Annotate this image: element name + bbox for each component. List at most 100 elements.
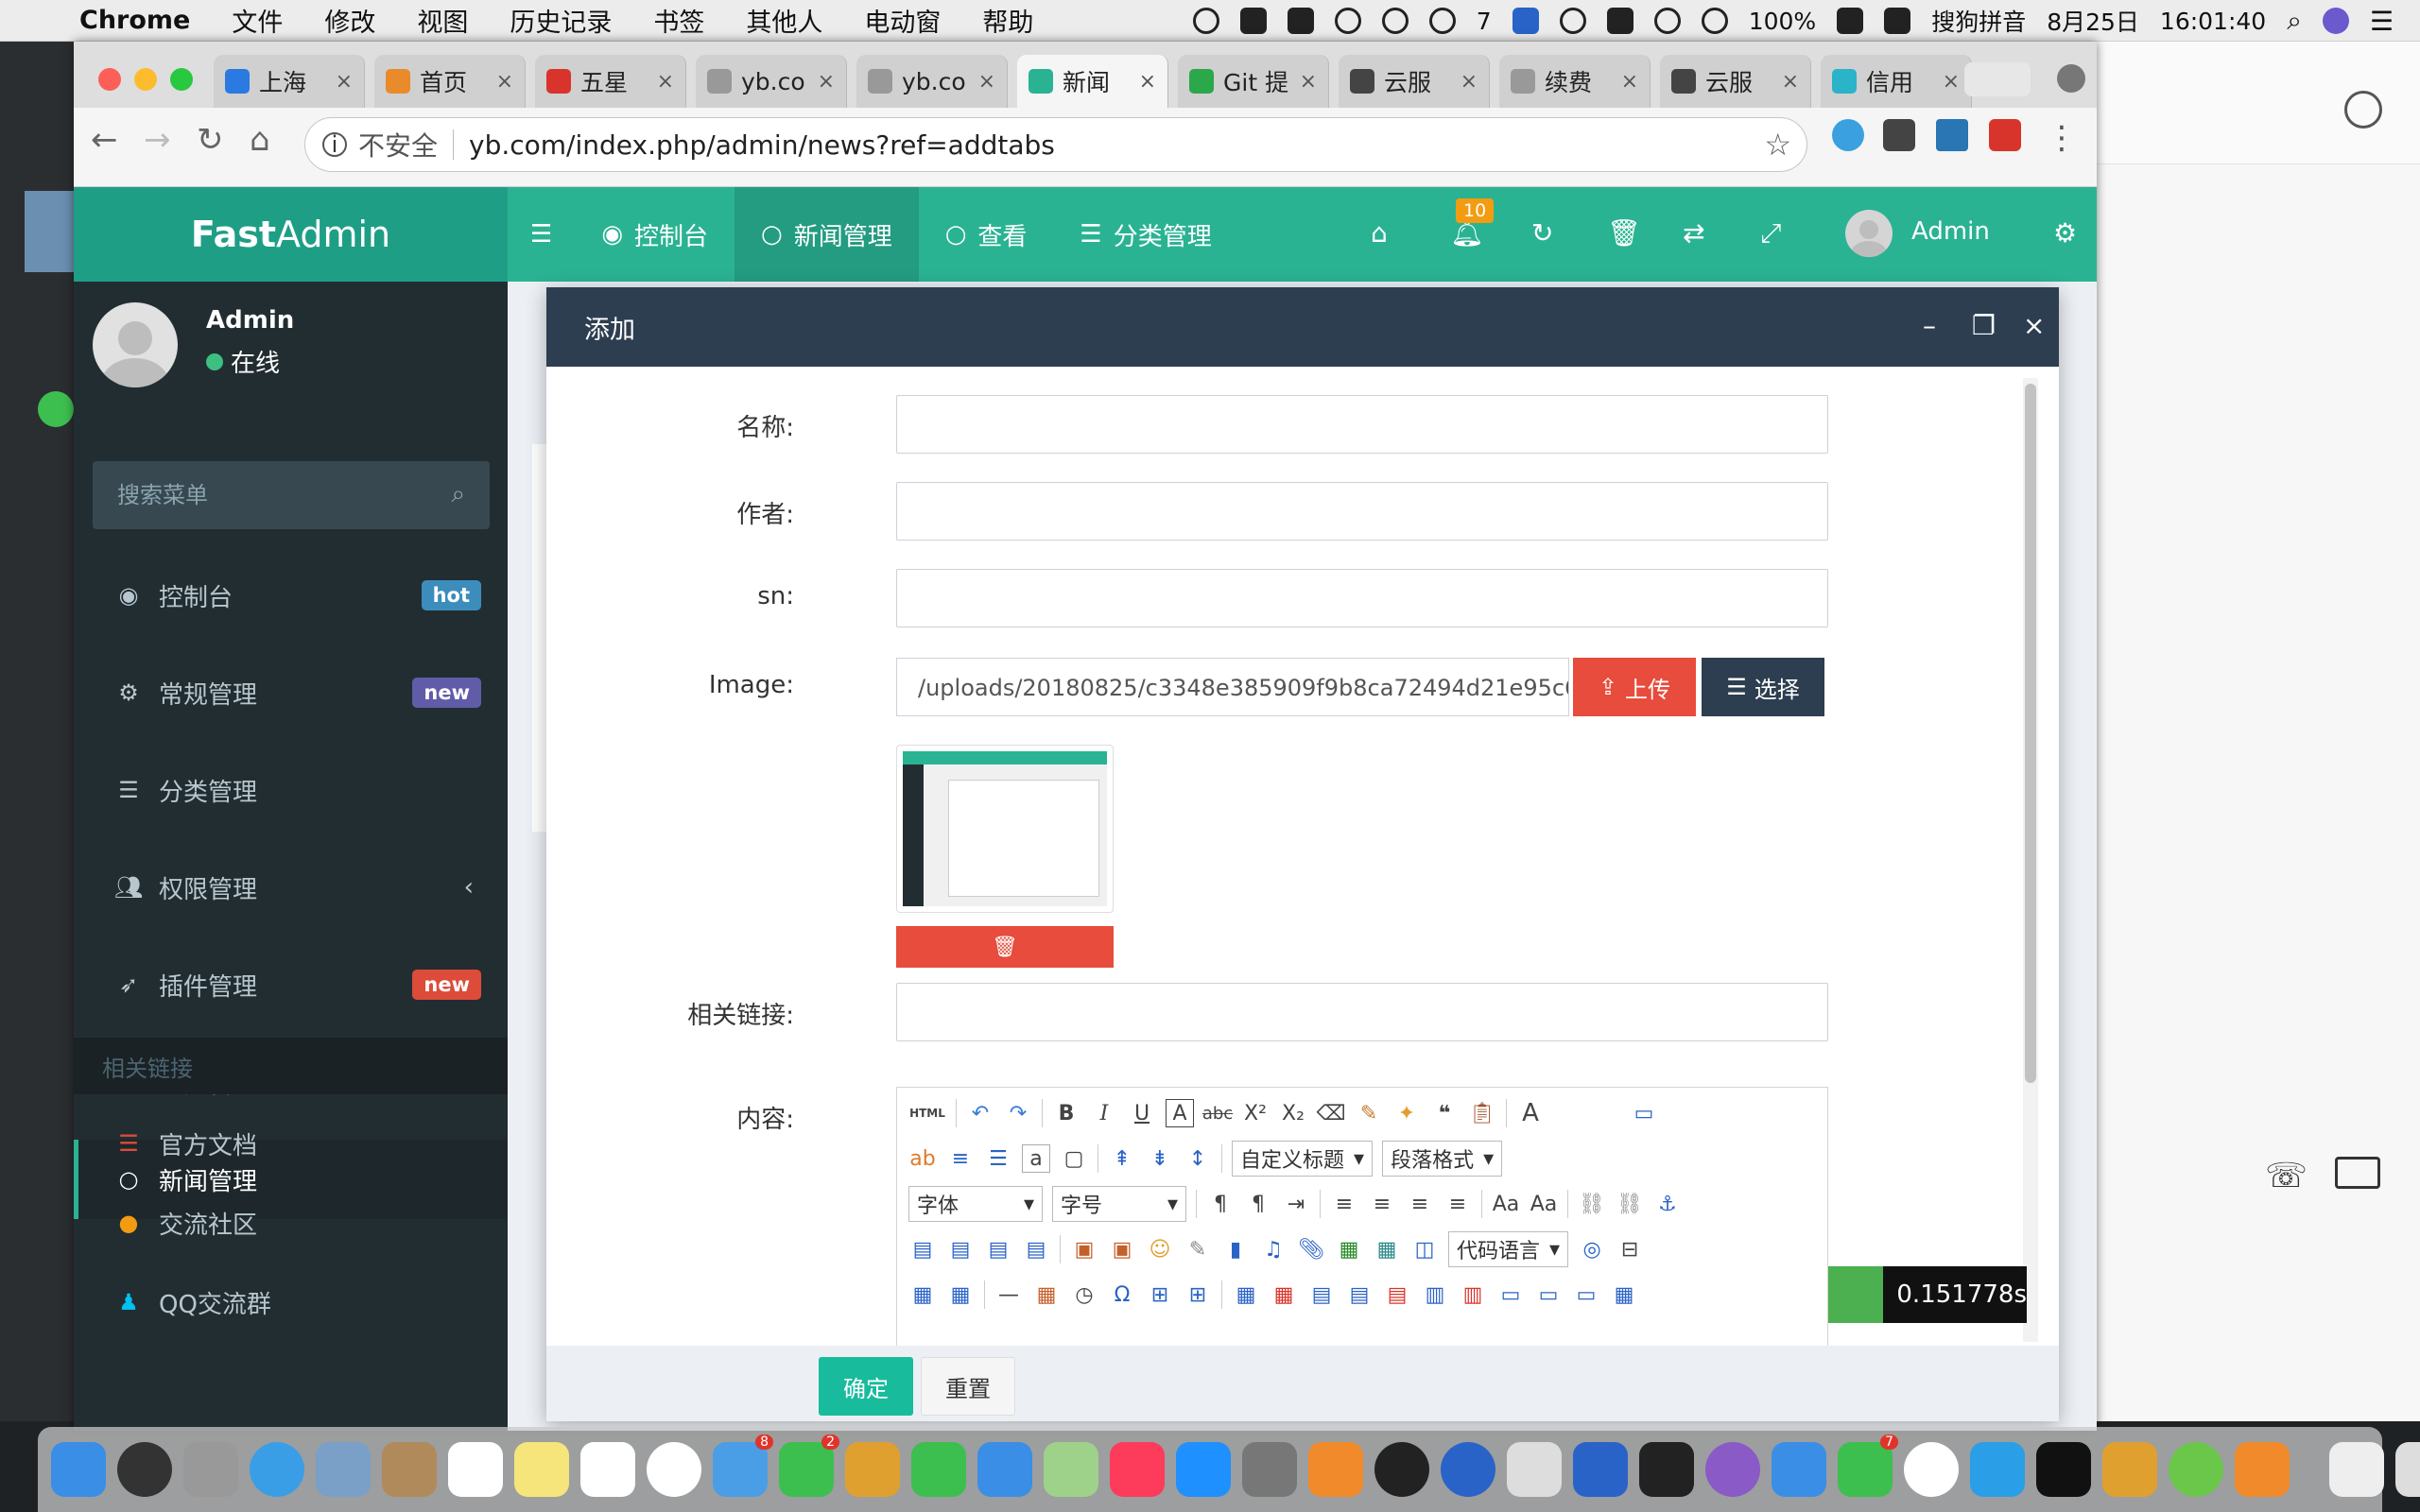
mic-tray-icon[interactable] [1239,8,1267,34]
selectall-icon[interactable]: a [1022,1144,1050,1173]
upload-button[interactable]: ⇪ 上传 [1573,658,1696,716]
mail-icon[interactable] [316,1442,371,1497]
preview-icon[interactable]: ▭ [1630,1099,1658,1127]
merge-cells-icon[interactable]: ▭ [1496,1280,1525,1309]
extension-linkedin-icon[interactable] [1936,119,1968,151]
notification-center-icon[interactable]: ☰ [2370,6,2394,37]
fullscreen-icon[interactable]: ⤢ [1760,217,1781,249]
sidebar-link[interactable]: ● 交流社区 [74,1183,508,1263]
code-language-select[interactable]: 代码语言 ▾ [1448,1231,1569,1267]
auto-format-icon[interactable]: ✦ [1392,1099,1421,1127]
music-icon[interactable] [1110,1442,1165,1497]
notes-icon[interactable] [514,1442,569,1497]
info-icon[interactable]: i [322,131,347,158]
italic-icon[interactable]: I [1090,1099,1118,1127]
pagebreak-icon[interactable]: ⊟ [1616,1235,1644,1263]
confirm-button[interactable]: 确定 [819,1357,913,1416]
archive-icon[interactable] [2329,1442,2384,1497]
reminders-icon[interactable] [580,1442,635,1497]
bookmark-star-icon[interactable]: ☆ [1764,127,1791,163]
translate-icon[interactable]: ⇄ [1683,217,1704,249]
browser-tab[interactable]: 新闻 × [1017,55,1168,108]
terminal-icon[interactable] [2036,1442,2091,1497]
redo-icon[interactable]: ↷ [1004,1099,1032,1127]
cleardoc-icon[interactable]: ▢ [1060,1144,1088,1173]
trash-icon[interactable]: 🗑︎ [1607,217,1641,249]
wordimage-icon[interactable]: ⊞ [1184,1280,1212,1309]
browser-tab[interactable]: yb.co × [856,55,1008,108]
menubar-item-help[interactable]: 帮助 [982,2,1033,39]
restore-icon[interactable]: ❐ [1972,310,1996,341]
books-icon[interactable] [1308,1442,1363,1497]
format-painter-icon[interactable]: ✎ [1355,1099,1383,1127]
superscript-icon[interactable]: X² [1241,1099,1270,1127]
preview-icon[interactable] [1772,1442,1826,1497]
link-icon[interactable]: ⛓ [1578,1190,1606,1218]
siri-icon[interactable] [2322,8,2349,34]
align-left-icon[interactable]: ≡ [1330,1190,1358,1218]
browser-tab[interactable]: 续费 × [1499,55,1651,108]
emoji-tray-icon[interactable] [1192,8,1219,34]
chrome-menu-icon[interactable]: ⋮ [2046,119,2078,157]
reset-button[interactable]: 重置 [921,1357,1015,1416]
topnav-tab-category[interactable]: ☰ 分类管理 [1053,187,1237,282]
profile-icon[interactable] [2057,64,2085,93]
tab-close-icon[interactable]: × [336,70,353,94]
sidebar-toggle-button[interactable]: ☰ [508,187,575,282]
strikethrough-icon[interactable]: abc [1202,1099,1233,1127]
insert-row-icon[interactable]: ▤ [1345,1280,1374,1309]
music-icon[interactable]: ♫ [1259,1235,1288,1263]
extension-spy-icon[interactable] [1883,119,1915,151]
xcode-icon[interactable] [1573,1442,1628,1497]
keychain-icon[interactable] [2102,1442,2157,1497]
keynote-icon[interactable] [977,1442,1032,1497]
profile-icon[interactable] [2344,91,2382,129]
minimize-window-button[interactable] [134,68,157,91]
minimize-icon[interactable]: – [1923,310,1936,341]
image-path-field[interactable]: /uploads/20180825/c3348e385909f9b8ca7249… [896,658,1569,716]
browser-tab[interactable]: 云服 × [1339,55,1490,108]
insert-video-icon[interactable]: ▮ [1221,1235,1250,1263]
maximize-window-button[interactable] [170,68,193,91]
browser-tab[interactable]: 五星 × [535,55,686,108]
tab-close-icon[interactable]: × [1461,70,1478,94]
browser-tab[interactable]: 信用 × [1821,55,1972,108]
pages-icon[interactable] [845,1442,900,1497]
wechat-icon[interactable] [38,391,74,427]
flowvpn-icon[interactable] [1970,1442,2025,1497]
topnav-tab-dashboard[interactable]: ◉ 控制台 [575,187,735,282]
qq-icon[interactable] [1374,1442,1429,1497]
sidebar-item[interactable]: 👥︎ 权限管理 ‹ [74,848,508,927]
map-icon[interactable]: ▦ [1335,1235,1363,1263]
tab-close-icon[interactable]: × [1782,70,1799,94]
refresh-icon[interactable]: ↻ [1531,217,1553,249]
name-field[interactable] [896,395,1828,454]
app-store-icon[interactable] [1176,1442,1231,1497]
browser-tab[interactable]: 上海 × [214,55,365,108]
wifi-icon[interactable] [1653,8,1681,34]
rowspacing-top-icon[interactable]: ⇞ [1108,1144,1136,1173]
phpstorm-icon[interactable] [1639,1442,1694,1497]
search-icon[interactable]: ⌕ [451,480,465,509]
touppercase-icon[interactable]: Aa [1492,1190,1520,1218]
menubar-item-people[interactable]: 其他人 [746,2,822,39]
calendar-icon[interactable] [448,1442,503,1497]
home-icon[interactable]: ⌂ [1371,217,1388,249]
merge-down-icon[interactable]: ▭ [1572,1280,1600,1309]
facetime-icon[interactable]: 2 [779,1435,839,1497]
spotlight-icon[interactable]: ⌕ [2287,5,2302,37]
menubar-item-edit[interactable]: 修改 [324,2,375,39]
font-size-select[interactable]: 字号 ▾ [1052,1186,1186,1222]
chrome-icon[interactable] [1904,1442,1959,1497]
bold-icon[interactable]: B [1052,1099,1080,1127]
undo-icon[interactable]: ↶ [966,1099,994,1127]
tolowercase-icon[interactable]: Aa [1530,1190,1558,1218]
system-preferences-icon[interactable] [1242,1442,1297,1497]
underline-icon[interactable]: U [1128,1099,1156,1127]
tab-close-icon[interactable]: × [1943,70,1960,94]
delete-table-icon[interactable]: ▦ [1270,1280,1298,1309]
close-icon[interactable]: × [2023,310,2045,341]
image-none-icon[interactable]: ▤ [908,1235,937,1263]
topnav-tab-view[interactable]: ○ 查看 [919,187,1054,282]
direction-ltr-icon[interactable]: ¶ [1206,1190,1235,1218]
